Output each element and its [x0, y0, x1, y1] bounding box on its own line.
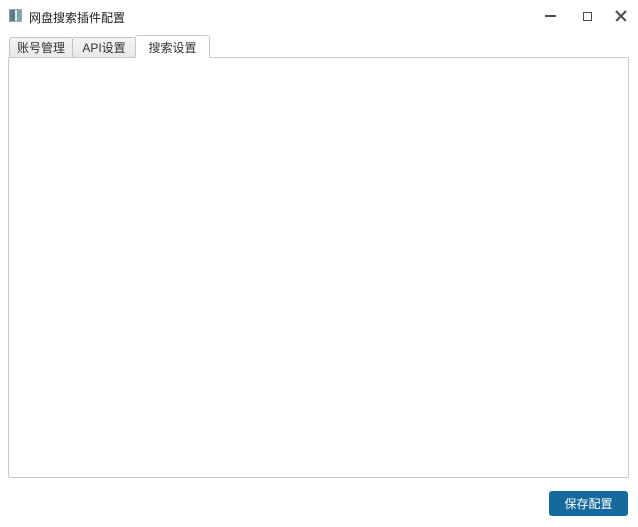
window-title: 网盘搜索插件配置	[29, 11, 126, 25]
close-button[interactable]	[606, 4, 636, 28]
tab-account-management[interactable]: 账号管理	[9, 37, 73, 57]
save-config-button[interactable]: 保存配置	[549, 491, 628, 516]
minimize-icon	[544, 15, 556, 17]
tab-panel	[8, 57, 629, 478]
close-icon	[615, 10, 627, 22]
maximize-icon	[582, 11, 592, 21]
title-bar: 网盘搜索插件配置	[0, 0, 638, 32]
tab-search-settings[interactable]: 搜索设置	[135, 35, 210, 58]
maximize-button[interactable]	[572, 4, 602, 28]
minimize-button[interactable]	[535, 4, 565, 28]
app-icon	[9, 9, 22, 22]
tab-api-settings[interactable]: API设置	[72, 37, 136, 57]
